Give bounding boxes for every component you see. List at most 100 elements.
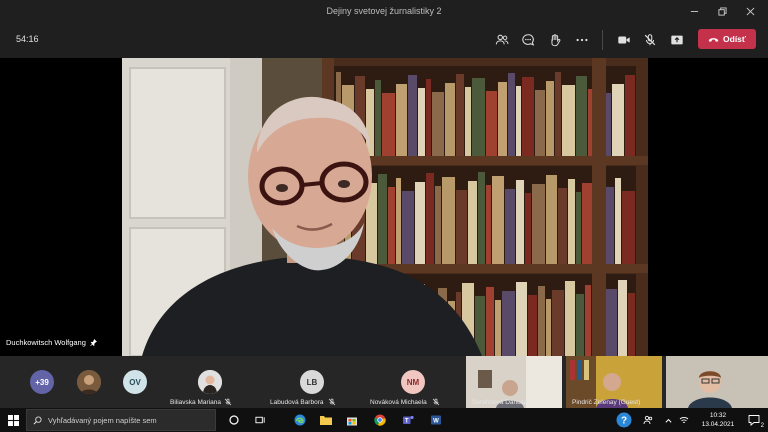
book-spine [568,179,575,266]
book-spine [495,300,501,356]
toolbar-divider [602,30,603,50]
book-spine [546,299,551,356]
book-spine [486,91,497,158]
chat-button[interactable] [518,30,538,50]
minimize-button[interactable] [680,0,708,22]
person-photo-icon [198,370,222,394]
task-view-icon [254,416,265,424]
book-spine [546,81,554,158]
wifi-icon [679,417,689,423]
book-spine [435,186,441,266]
leave-meeting-button[interactable]: Odísť [698,29,756,49]
participant-video-serafinova[interactable]: Serafínová Danuša [466,356,562,408]
people-tray-button[interactable] [640,412,656,428]
leave-label: Odísť [723,34,746,44]
windows-logo-icon [7,414,19,426]
book-spine [546,175,557,266]
participant-name: Labudová Barbora [270,399,324,406]
pin-icon [90,339,97,346]
book-spine [565,281,575,356]
book-spine [375,80,381,158]
speaker-video-frame [122,58,648,356]
speaker-name-label: Duchkowitsch Wolfgang [6,338,97,347]
task-view-button[interactable] [252,412,268,428]
book-spine [505,189,515,266]
microphone-off-icon [432,398,440,406]
book-spine [555,72,561,158]
book-spine [396,178,401,266]
chrome-taskbar-button[interactable] [372,412,388,428]
book-spine [486,287,494,356]
book-spine [388,187,395,266]
phone-hangup-icon [708,37,719,42]
share-screen-button[interactable] [667,30,687,50]
svg-text:?: ? [621,416,627,427]
book-spine [606,289,617,356]
maximize-button[interactable] [708,0,736,22]
more-participants-button[interactable]: +39 [30,370,54,394]
participant-avatar-nm[interactable]: NM [401,370,425,394]
cortana-button[interactable] [226,412,242,428]
participant-video-unnamed[interactable] [666,356,768,408]
microphone-off-icon [644,34,656,46]
participant-name: Pindrič Zelenay (Guest) [572,399,641,406]
book-spine [472,78,485,158]
book-spine [625,75,635,158]
book-spine [418,88,425,158]
people-icon [643,415,653,425]
store-bag-icon [347,417,357,426]
participant-avatar-ov[interactable]: OV [123,370,147,394]
start-button[interactable] [5,412,21,428]
participant-avatar-lb[interactable]: LB [300,370,324,394]
book-spine [465,87,471,158]
book-spine [486,185,491,266]
network-button[interactable] [676,412,692,428]
book-spine [426,173,434,266]
help-button[interactable]: ? [614,410,634,430]
participant-video-pindric[interactable]: Pindrič Zelenay (Guest) [566,356,662,408]
book-spine [408,75,417,158]
edge-taskbar-button[interactable] [292,412,308,428]
reactions-button[interactable] [545,30,565,50]
store-taskbar-button[interactable] [344,412,360,428]
book-spine [415,182,425,266]
teams-taskbar-button[interactable]: T [400,412,416,428]
minimize-icon [690,10,698,12]
book-spine [456,190,467,266]
file-explorer-taskbar-button[interactable] [318,412,334,428]
participant-photo-avatar[interactable] [77,370,101,394]
book-spine [478,172,485,266]
window-title: Dejiny svetovej žurnalistiky 2 [326,6,442,16]
participant-video-frame [666,356,768,408]
participants-button[interactable] [492,30,512,50]
book-spine [468,181,477,266]
notification-icon [748,415,760,426]
share-screen-icon [671,35,683,45]
book-spine [622,191,635,266]
notification-count: 2 [760,423,764,429]
participant-photo-biliavska[interactable] [198,370,222,394]
search-placeholder: Vyhľadávaný pojem napíšte sem [48,415,157,425]
show-hidden-icons-button[interactable] [660,412,676,428]
close-window-button[interactable] [736,0,764,22]
camera-button[interactable] [614,30,634,50]
more-actions-button[interactable] [572,30,592,50]
book-spine [576,294,584,356]
taskbar-search-box[interactable]: Vyhľadávaný pojem napíšte sem [26,409,216,431]
edge-icon [294,414,306,426]
book-spine [538,286,545,356]
word-icon: W [431,415,441,425]
book-spine [502,291,515,356]
book-spine [445,83,455,158]
taskbar-clock[interactable]: 10:32 13.04.2021 [698,411,738,429]
book-spine [492,176,504,266]
word-taskbar-button[interactable]: W [428,412,444,428]
book-spine [562,85,575,158]
book-spine [535,90,545,158]
book-spine [396,84,407,158]
action-center-button[interactable]: 2 [746,412,764,429]
microphone-button[interactable] [640,30,660,50]
book-spine [525,193,531,266]
chrome-icon [374,414,386,426]
window-title-bar: Dejiny svetovej žurnalistiky 2 [0,0,768,22]
